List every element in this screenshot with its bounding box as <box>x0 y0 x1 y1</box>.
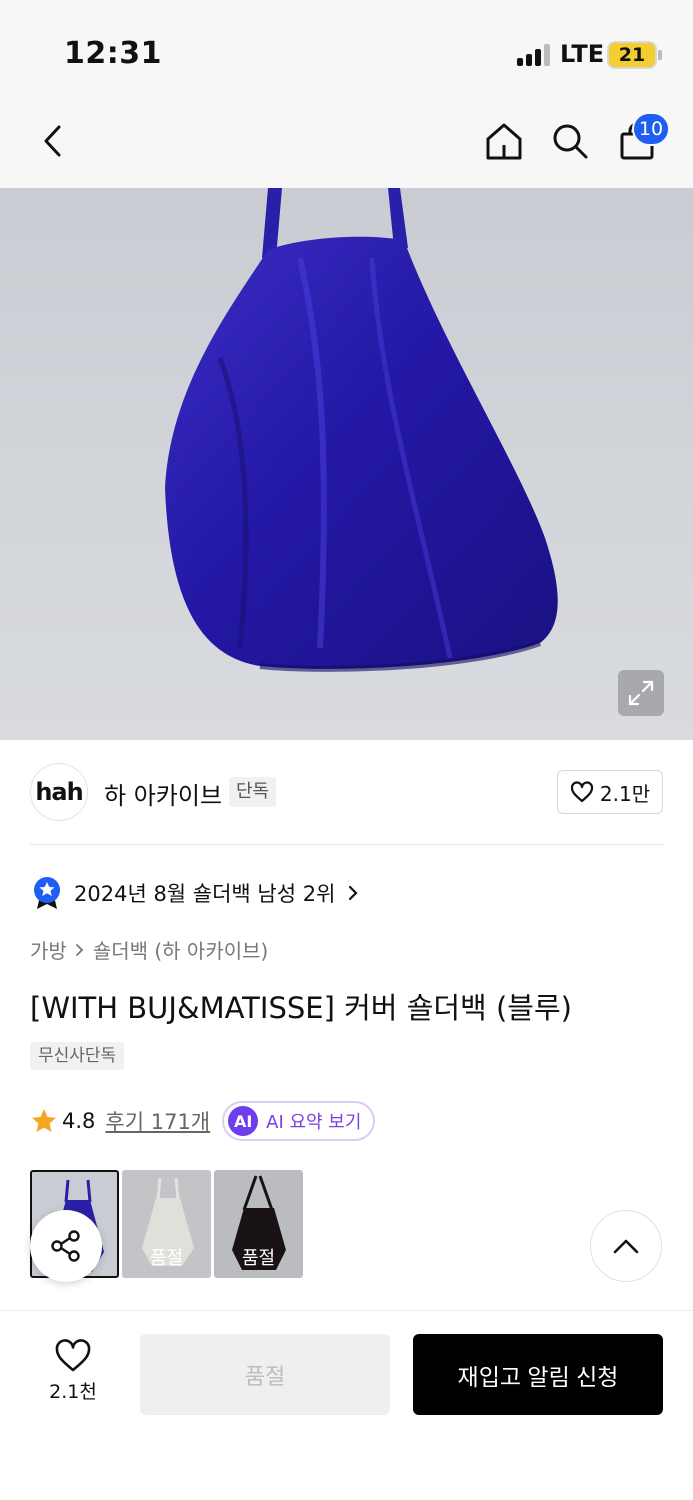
battery-icon: 21 <box>607 41 657 69</box>
cart-count-badge: 10 <box>632 112 670 146</box>
ai-summary-button[interactable]: AI AI 요약 보기 <box>222 1101 376 1141</box>
chevron-right-icon <box>349 885 358 901</box>
brand-row: hah 하 아카이브 단독 2.1만 <box>0 740 693 845</box>
option-thumbnail-white[interactable]: 품절 <box>122 1170 211 1278</box>
soldout-button[interactable]: 품절 <box>140 1334 390 1415</box>
brand-exclusive-tag: 단독 <box>229 777 277 807</box>
brand-like-count: 2.1만 <box>599 781 651 806</box>
status-bar: 12:31 LTE 21 <box>0 0 693 100</box>
share-button[interactable] <box>30 1210 102 1282</box>
network-label: LTE <box>560 40 605 68</box>
chevron-right-icon <box>75 943 84 956</box>
product-title: [WITH BUJ&MATISSE] 커버 숄더백 (블루) <box>30 991 572 1025</box>
star-icon <box>32 1109 56 1132</box>
heart-icon <box>570 781 593 803</box>
expand-image-button[interactable] <box>618 670 664 716</box>
chevron-up-icon <box>613 1239 639 1254</box>
review-link[interactable]: 후기 171개 <box>105 1106 210 1136</box>
brand-name[interactable]: 하 아카이브 <box>104 776 222 811</box>
scroll-top-button[interactable] <box>590 1210 662 1282</box>
exclusive-tag: 무신사단독 <box>30 1042 125 1070</box>
option-soldout-label: 품절 <box>149 1248 184 1269</box>
back-button[interactable] <box>28 116 78 166</box>
product-image[interactable] <box>0 188 693 740</box>
tote-bag-illustration <box>165 188 558 672</box>
option-thumbnail-black[interactable]: 품절 <box>214 1170 303 1278</box>
battery-level: 21 <box>618 44 646 66</box>
home-icon <box>486 123 522 160</box>
bottom-action-bar: 2.1천 품절 재입고 알림 신청 <box>0 1310 693 1500</box>
chevron-left-icon <box>44 125 61 157</box>
brand-like-button[interactable]: 2.1만 <box>557 770 663 814</box>
status-time: 12:31 <box>64 36 162 71</box>
rating-value: 4.8 <box>62 1109 96 1133</box>
home-button[interactable] <box>479 116 529 166</box>
ranking-link[interactable]: 2024년 8월 숄더백 남성 2위 <box>32 876 359 910</box>
expand-icon <box>628 680 654 706</box>
wishlist-button[interactable]: 2.1천 <box>40 1339 106 1409</box>
divider <box>30 844 663 845</box>
breadcrumb: 가방 숄더백 (하 아카이브) <box>30 935 268 964</box>
breadcrumb-category[interactable]: 가방 <box>30 935 67 964</box>
ai-summary-label: AI 요약 보기 <box>266 1112 362 1133</box>
brand-logo[interactable]: hah <box>30 763 88 821</box>
nav-bar <box>0 100 693 188</box>
heart-icon <box>55 1339 91 1372</box>
battery-nub <box>658 50 662 60</box>
search-button[interactable] <box>545 116 595 166</box>
search-icon <box>553 124 588 159</box>
signal-icon <box>517 44 551 66</box>
rating-row: 4.8 후기 171개 AI AI 요약 보기 <box>30 1101 376 1141</box>
option-soldout-label: 품절 <box>241 1248 276 1269</box>
ai-icon: AI <box>228 1106 259 1136</box>
wishlist-count: 2.1천 <box>49 1381 97 1403</box>
ranking-badge-icon <box>34 877 60 909</box>
breadcrumb-subcategory[interactable]: 숄더백 (하 아카이브) <box>93 935 269 964</box>
ranking-text: 2024년 8월 숄더백 남성 2위 <box>74 882 336 906</box>
share-icon <box>51 1230 80 1262</box>
restock-alert-button[interactable]: 재입고 알림 신청 <box>413 1334 663 1415</box>
